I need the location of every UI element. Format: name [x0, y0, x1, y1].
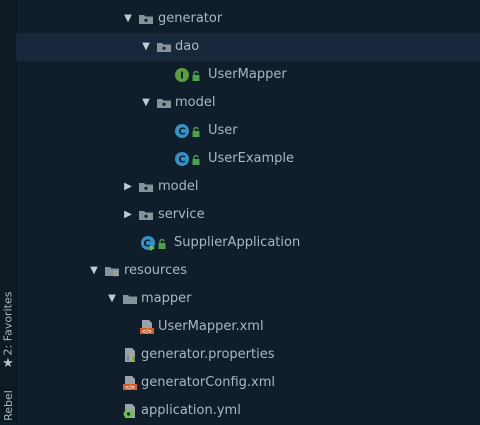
star-icon: ★: [2, 356, 14, 371]
lock-icon: [157, 238, 167, 250]
expand-arrow-icon[interactable]: ▼: [140, 96, 152, 110]
package-folder-icon: [138, 179, 154, 195]
tree-label: resources: [124, 263, 188, 278]
tree-row-usermapper[interactable]: I UserMapper: [16, 61, 480, 89]
svg-text:C: C: [178, 155, 185, 166]
svg-text:I: I: [180, 71, 184, 82]
favorites-tab-label: 2: Favorites: [1, 291, 15, 355]
svg-text:</>: </>: [142, 329, 152, 335]
tree-row-user[interactable]: C User: [16, 117, 480, 145]
tree-label: generator.properties: [141, 347, 275, 362]
tree-label: model: [175, 95, 216, 110]
tree-label: SupplierApplication: [174, 235, 301, 250]
rebel-tab-label: Rebel: [1, 389, 15, 421]
svg-text:</>: </>: [125, 385, 135, 391]
tree-row-model-expanded[interactable]: ▼ model: [16, 89, 480, 117]
tree-label: generator: [158, 11, 223, 26]
tree-label: User: [208, 123, 238, 138]
tree-row-generator-properties[interactable]: generator.properties: [16, 341, 480, 369]
tree-label: UserMapper.xml: [158, 319, 264, 334]
tree-label: dao: [175, 39, 200, 54]
collapse-arrow-icon[interactable]: ▶: [122, 208, 134, 222]
expand-arrow-icon[interactable]: ▼: [140, 40, 152, 54]
resources-folder-icon: [104, 263, 120, 279]
expand-arrow-icon[interactable]: ▼: [106, 292, 118, 306]
tree-label: generatorConfig.xml: [141, 375, 276, 390]
properties-file-icon: [122, 347, 138, 363]
tree-label: application.yml: [141, 403, 241, 418]
yml-file-icon: [122, 403, 138, 419]
tree-row-supplierapplication[interactable]: C SupplierApplication: [16, 229, 480, 257]
svg-text:C: C: [178, 127, 185, 138]
tree-row-model-collapsed[interactable]: ▶ model: [16, 173, 480, 201]
tree-row-generatorconfig-xml[interactable]: </> generatorConfig.xml: [16, 369, 480, 397]
xml-file-icon: </>: [139, 319, 155, 335]
lock-icon: [191, 126, 201, 138]
tree-label: UserExample: [208, 151, 295, 166]
lock-icon: [191, 154, 201, 166]
package-folder-icon: [156, 39, 172, 55]
package-folder-icon: [138, 207, 154, 223]
tree-label: mapper: [141, 291, 192, 306]
tree-row-usermapper-xml[interactable]: </> UserMapper.xml: [16, 313, 480, 341]
lock-icon: [191, 70, 201, 82]
tree-row-mapper[interactable]: ▼ mapper: [16, 285, 480, 313]
rebel-tab[interactable]: Rebel: [0, 388, 16, 422]
svg-text:C: C: [143, 239, 150, 250]
expand-arrow-icon[interactable]: ▼: [122, 12, 134, 26]
tree-row-dao[interactable]: ▼ dao: [16, 33, 480, 61]
tree-row-userexample[interactable]: C UserExample: [16, 145, 480, 173]
tree-row-resources[interactable]: ▼ resources: [16, 257, 480, 285]
tree-label: service: [158, 207, 205, 222]
spring-boot-class-icon: C: [140, 235, 156, 251]
xml-file-icon: </>: [122, 375, 138, 391]
tree-row-service[interactable]: ▶ service: [16, 201, 480, 229]
tree-row-application-yml[interactable]: application.yml: [16, 397, 480, 425]
folder-icon: [122, 291, 138, 307]
interface-icon: I: [174, 67, 190, 83]
project-tree: ▼ generator ▼ dao I UserMapper ▼ model C: [16, 0, 480, 422]
class-icon: C: [174, 123, 190, 139]
favorites-tab[interactable]: 2: Favorites: [0, 290, 16, 356]
expand-arrow-icon[interactable]: ▼: [88, 264, 100, 278]
tree-label: UserMapper: [208, 67, 287, 82]
package-folder-icon: [138, 11, 154, 27]
class-icon: C: [174, 151, 190, 167]
tree-row-generator[interactable]: ▼ generator: [16, 5, 480, 33]
collapse-arrow-icon[interactable]: ▶: [122, 180, 134, 194]
tree-label: model: [158, 179, 199, 194]
package-folder-icon: [156, 95, 172, 111]
